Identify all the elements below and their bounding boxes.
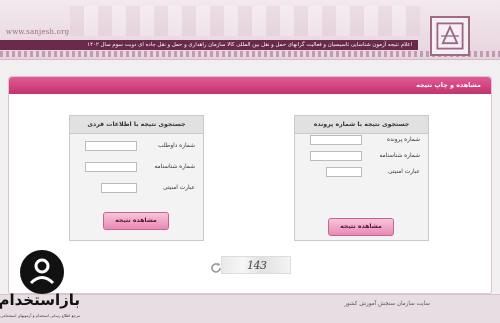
panel-title: جستجوی نتیجه با اطلاعات فردی xyxy=(70,116,203,134)
person-icon xyxy=(20,250,64,294)
watermark-subtitle: مرجع اطلاع رسانی استخدام و آزمونهای استخ… xyxy=(0,313,80,318)
panel-title: جستجوی نتیجه با شماره پرونده xyxy=(295,116,428,134)
security-phrase-label: عبارت امنیتی xyxy=(163,185,195,191)
security-phrase-input[interactable] xyxy=(326,167,362,177)
security-phrase-label: عبارت امنیتی xyxy=(388,169,420,175)
section-title: مشاهده و چاپ نتیجه xyxy=(9,77,491,94)
footer-text[interactable]: سایت سازمان سنجش آموزش کشور xyxy=(344,301,430,307)
file-number-label: شماره پرونده xyxy=(387,137,420,143)
sanjesh-logo-icon xyxy=(436,22,464,50)
watermark-logo: بازاستخدام مرجع اطلاع رسانی استخدام و آز… xyxy=(0,250,80,323)
sanjesh-logo[interactable] xyxy=(430,16,470,56)
id-number-input[interactable] xyxy=(310,151,362,161)
id-number-label: شماره شناسنامه xyxy=(379,153,420,159)
watermark-brand: بازاستخدام xyxy=(0,291,80,309)
panel-search-file-number: جستجوی نتیجه با شماره پرونده شماره پروند… xyxy=(294,115,429,241)
candidate-number-input[interactable] xyxy=(85,141,137,151)
candidate-number-label: شماره داوطلب xyxy=(158,143,195,149)
header-banner: اعلام نتیجه آزمون شناسایی تاسیسیان و فعا… xyxy=(38,40,418,50)
header-decorative-strip xyxy=(0,51,500,57)
security-phrase-input[interactable] xyxy=(101,183,137,193)
view-result-button[interactable]: مشاهده نتیجه xyxy=(103,212,169,230)
id-number-input[interactable] xyxy=(85,162,137,172)
site-header: www.sanjesh.org اعلام نتیجه آزمون شناسای… xyxy=(0,0,500,60)
file-number-input[interactable] xyxy=(310,135,362,145)
id-number-label: شماره شناسنامه xyxy=(154,164,195,170)
panel-search-personal-info: جستجوی نتیجه با اطلاعات فردی شماره داوطل… xyxy=(69,115,204,241)
header-pattern xyxy=(70,6,420,36)
site-url[interactable]: www.sanjesh.org xyxy=(6,28,69,36)
captcha-image: 143 xyxy=(221,256,291,274)
banner-left-strip xyxy=(0,40,38,50)
view-result-button[interactable]: مشاهده نتیجه xyxy=(328,218,394,236)
